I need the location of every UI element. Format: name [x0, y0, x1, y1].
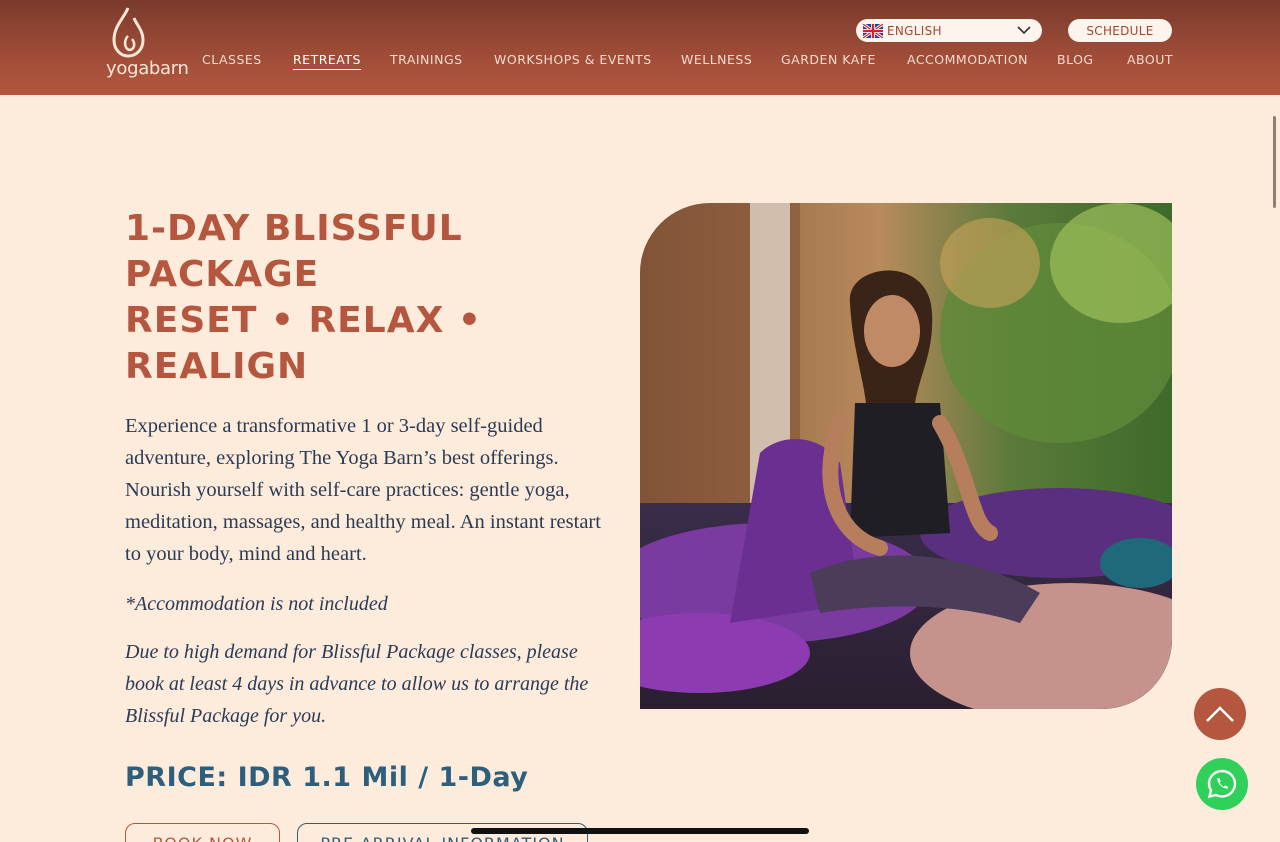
title-line: PACKAGE	[125, 254, 320, 295]
chevron-down-icon	[1017, 26, 1031, 35]
scroll-to-top-button[interactable]	[1194, 688, 1246, 740]
home-indicator	[471, 828, 809, 834]
nav-workshops-events[interactable]: WORKSHOPS & EVENTS	[494, 52, 652, 67]
nav-garden-kafe[interactable]: GARDEN KAFE	[781, 52, 876, 67]
yogabarn-logo[interactable]: yogabarn	[106, 6, 189, 84]
page-title: 1-DAY BLISSFUL PACKAGE RESET • RELAX • R…	[125, 206, 595, 390]
hero-image	[640, 203, 1172, 709]
title-line: RESET • RELAX •	[125, 300, 482, 341]
title-line: REALIGN	[125, 346, 309, 387]
package-description: Experience a transformative 1 or 3-day s…	[125, 415, 601, 565]
whatsapp-button[interactable]	[1196, 758, 1248, 810]
uk-flag-icon	[863, 23, 883, 38]
title-line: 1-DAY BLISSFUL	[125, 208, 463, 249]
schedule-button[interactable]: SCHEDULE	[1068, 19, 1172, 42]
nav-classes[interactable]: CLASSES	[202, 52, 262, 67]
nav-trainings[interactable]: TRAININGS	[390, 52, 463, 67]
price-label: PRICE: IDR 1.1 Mil / 1-Day	[125, 762, 529, 793]
nav-about[interactable]: ABOUT	[1127, 52, 1173, 67]
whatsapp-icon	[1207, 769, 1237, 799]
language-label: ENGLISH	[887, 23, 942, 38]
page-scrollbar[interactable]	[1273, 116, 1276, 208]
yoga-meditation-photo	[640, 203, 1172, 709]
chevron-up-icon	[1206, 706, 1234, 722]
book-now-button[interactable]: BOOK NOW	[125, 823, 280, 842]
nav-accommodation[interactable]: ACCOMMODATION	[907, 52, 1028, 67]
language-selector[interactable]: ENGLISH	[856, 19, 1042, 42]
main-nav: CLASSES RETREATS TRAININGS WORKSHOPS & E…	[0, 52, 1280, 72]
nav-wellness[interactable]: WELLNESS	[681, 52, 752, 67]
demand-note: Due to high demand for Blissful Package …	[125, 641, 589, 727]
nav-blog[interactable]: BLOG	[1057, 52, 1094, 67]
nav-retreats[interactable]: RETREATS	[293, 52, 361, 70]
site-header: yogabarn CLASSES RETREATS TRAININGS WORK…	[0, 0, 1280, 95]
accommodation-note: *Accommodation is not included	[125, 593, 388, 615]
